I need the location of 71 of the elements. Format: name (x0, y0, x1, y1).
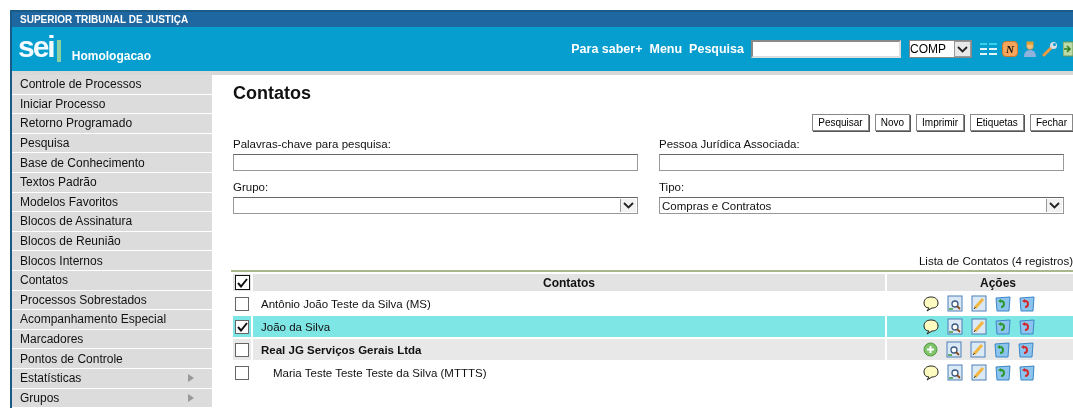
sidebar-item[interactable]: Estatísticas (12, 368, 212, 389)
sidebar-item[interactable]: Marcadores (12, 329, 212, 350)
sidebar-item[interactable]: Modelos Favoritos (12, 192, 212, 213)
input-field[interactable] (233, 154, 638, 171)
check-mark-icon (236, 321, 248, 332)
exit-icon[interactable] (1063, 41, 1073, 57)
unit-select[interactable]: COMP (909, 40, 972, 58)
select-field[interactable]: Compras e Contratos (659, 197, 1064, 214)
arrow-box-icon[interactable] (1019, 364, 1035, 381)
list-caption: Lista de Contatos (4 registros) (917, 255, 1073, 269)
sidebar-item[interactable]: Pontos de Controle (12, 349, 212, 369)
search-field[interactable] (751, 40, 901, 58)
column-header: Ações (887, 274, 1073, 291)
chevron-down-icon (623, 202, 634, 209)
toolbar-button[interactable]: Etiquetas (970, 114, 1024, 131)
sidebar-item[interactable]: Iniciar Processo (12, 94, 212, 115)
sidebar-item[interactable]: Retorno Programado (12, 114, 212, 134)
sidebar-item[interactable]: Textos Padrão (12, 172, 212, 193)
field-label: Palavras-chave para pesquisa: (233, 138, 392, 152)
speech-balloon-icon[interactable] (923, 318, 939, 335)
sidebar-item[interactable]: Blocos de Assinatura (12, 212, 212, 232)
sidebar-item[interactable]: Blocos Internos (12, 251, 212, 271)
chevron-down-icon (957, 45, 968, 53)
checkbox[interactable] (235, 296, 249, 311)
toolbar-button[interactable]: Pesquisar (812, 114, 869, 131)
column-header: Contatos (253, 274, 885, 291)
sidebar-item[interactable]: Processos Sobrestados (12, 290, 212, 311)
caret-icon (188, 374, 194, 383)
input-field[interactable] (659, 154, 1064, 171)
check-mark-icon (236, 277, 248, 288)
sidebar-item[interactable]: Blocos de Reunião (12, 231, 212, 252)
plus-circle-icon[interactable] (923, 342, 938, 357)
notice-badge[interactable]: N (1002, 41, 1018, 57)
speech-balloon-icon[interactable] (923, 364, 939, 381)
table-cell: João da Silva (253, 316, 885, 337)
field-label: Tipo: (659, 181, 686, 195)
page-title: Contatos (233, 83, 312, 105)
checkbox[interactable] (235, 342, 249, 357)
checkbox[interactable] (235, 365, 249, 380)
arrow-box-icon[interactable] (1018, 341, 1034, 358)
sidebar-item[interactable]: Pesquisa (12, 133, 212, 154)
sidebar-item[interactable]: Acompanhamento Especial (12, 310, 212, 330)
arrow-box-icon[interactable] (995, 295, 1011, 312)
caret-icon (188, 393, 194, 402)
magnifier-document-icon[interactable] (947, 364, 963, 381)
speech-balloon-icon[interactable] (923, 295, 939, 312)
toolbar-button[interactable]: Imprimir (916, 114, 965, 131)
checkbox[interactable] (235, 319, 249, 334)
magnifier-document-icon[interactable] (947, 318, 963, 335)
arrow-box-icon[interactable] (1019, 318, 1035, 335)
list-icon[interactable] (980, 42, 997, 56)
toolbar-button[interactable]: Novo (874, 114, 911, 131)
arrow-box-icon[interactable] (1019, 295, 1035, 312)
sidebar-item[interactable]: Contatos (12, 270, 212, 291)
exclamation-mark-icon (56, 40, 61, 62)
arrow-box-icon[interactable] (994, 341, 1010, 358)
magnifier-document-icon[interactable] (947, 295, 963, 312)
sidebar-item[interactable]: Controle de Processos (12, 75, 212, 95)
checkbox[interactable] (234, 275, 250, 291)
arrow-box-icon[interactable] (995, 364, 1011, 381)
select-field[interactable] (233, 197, 638, 214)
environment-label: Homologacao (71, 49, 152, 63)
sidebar-item[interactable]: Grupos (12, 388, 212, 408)
chevron-down-icon (1049, 202, 1060, 209)
field-label: Pessoa Jurídica Associada: (659, 138, 801, 152)
top-bar: SUPERIOR TRIBUNAL DE JUSTIÇA (12, 12, 1073, 27)
table-cell: Real JG Serviços Gerais Ltda (253, 339, 885, 360)
magnifier-document-icon[interactable] (946, 341, 962, 358)
sidebar-item[interactable]: Base de Conhecimento (12, 153, 212, 173)
toolbar-button[interactable]: Fechar (1029, 114, 1073, 131)
field-label: Grupo: (233, 181, 270, 195)
